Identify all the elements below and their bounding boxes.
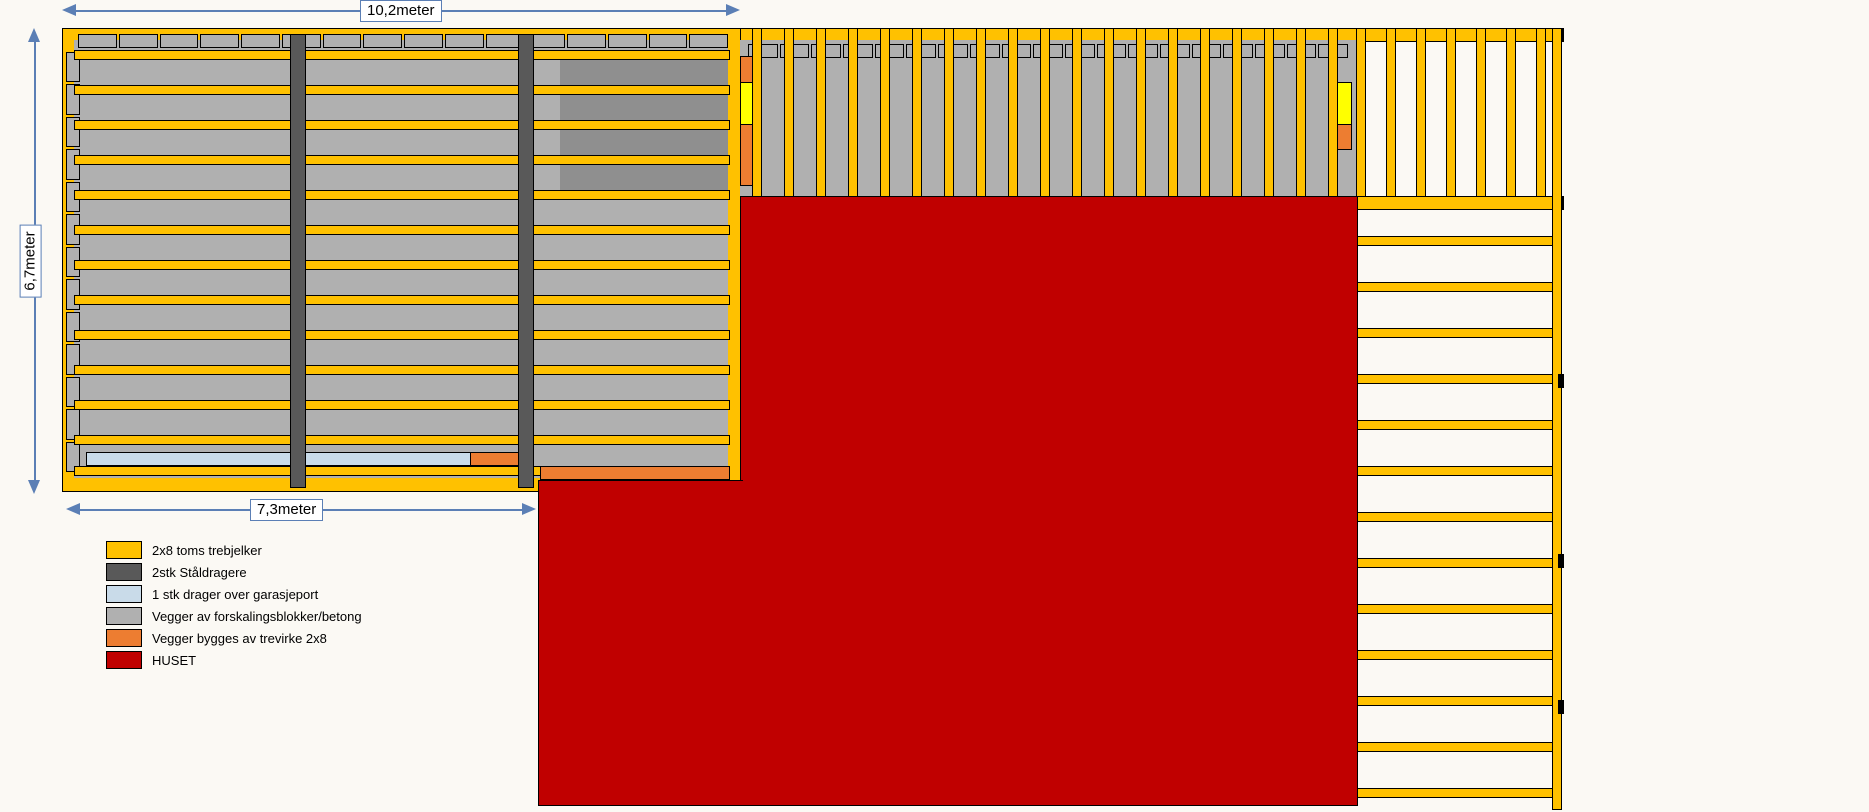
garage-joist bbox=[74, 365, 730, 375]
garage-joist bbox=[74, 190, 730, 200]
garage-joist bbox=[74, 85, 730, 95]
garage-joist bbox=[74, 50, 730, 60]
dim-arrow bbox=[62, 4, 76, 16]
steel-beam bbox=[290, 34, 306, 488]
dim-arrow bbox=[66, 503, 80, 515]
legend: 2x8 toms trebjelker 2stk Ståldragere 1 s… bbox=[106, 540, 362, 672]
garage-top-blocks bbox=[78, 34, 728, 48]
legend-swatch-yellow bbox=[106, 541, 142, 559]
right-deck-joists bbox=[1356, 210, 1560, 810]
right-tick bbox=[1558, 554, 1564, 568]
legend-swatch-lightblue bbox=[106, 585, 142, 603]
garage-door-header bbox=[86, 452, 472, 466]
right-tick bbox=[1558, 700, 1564, 714]
legend-label: Vegger bygges av trevirke 2x8 bbox=[152, 631, 327, 646]
middle-studs bbox=[752, 28, 1350, 196]
garage-joist bbox=[74, 260, 730, 270]
legend-label: 1 stk drager over garasjeport bbox=[152, 587, 318, 602]
dim-label-top: 10,2meter bbox=[360, 0, 442, 22]
legend-label: 2stk Ståldragere bbox=[152, 565, 247, 580]
garage-joist bbox=[74, 400, 730, 410]
legend-label: Vegger av forskalingsblokker/betong bbox=[152, 609, 362, 624]
dim-label-left: 6,7meter bbox=[20, 224, 42, 297]
dim-label-bottom: 7,3meter bbox=[250, 499, 323, 521]
legend-item: HUSET bbox=[106, 650, 362, 670]
garage-joist bbox=[74, 435, 730, 445]
right-tick bbox=[1558, 374, 1564, 388]
huset-main bbox=[740, 196, 1358, 806]
dim-arrow bbox=[522, 503, 536, 515]
legend-label: HUSET bbox=[152, 653, 196, 668]
dim-arrow bbox=[726, 4, 740, 16]
floorplan-canvas: 10,2meter 6,7meter 7,3meter bbox=[0, 0, 1869, 812]
legend-item: Vegger bygges av trevirke 2x8 bbox=[106, 628, 362, 648]
dim-arrow bbox=[28, 480, 40, 494]
legend-swatch-red bbox=[106, 651, 142, 669]
garage-joist bbox=[74, 225, 730, 235]
garage-bottom-wood bbox=[470, 452, 520, 466]
huset-extension bbox=[538, 480, 743, 806]
right-deck-midplate bbox=[1356, 196, 1562, 210]
right-deck-right-rail bbox=[1552, 28, 1562, 810]
legend-item: 2x8 toms trebjelker bbox=[106, 540, 362, 560]
garage-joist bbox=[74, 155, 730, 165]
legend-label: 2x8 toms trebjelker bbox=[152, 543, 262, 558]
legend-item: 2stk Ståldragere bbox=[106, 562, 362, 582]
dim-arrow bbox=[28, 28, 40, 42]
legend-swatch-darkgrey bbox=[106, 563, 142, 581]
garage-joist bbox=[74, 120, 730, 130]
garage-joist bbox=[74, 330, 730, 340]
steel-beam bbox=[518, 34, 534, 488]
legend-swatch-orange bbox=[106, 629, 142, 647]
legend-item: 1 stk drager over garasjeport bbox=[106, 584, 362, 604]
right-deck-top-studs bbox=[1356, 28, 1560, 204]
garage-bottom-wood bbox=[540, 466, 730, 480]
legend-swatch-lightgrey bbox=[106, 607, 142, 625]
garage-joist bbox=[74, 295, 730, 305]
legend-item: Vegger av forskalingsblokker/betong bbox=[106, 606, 362, 626]
